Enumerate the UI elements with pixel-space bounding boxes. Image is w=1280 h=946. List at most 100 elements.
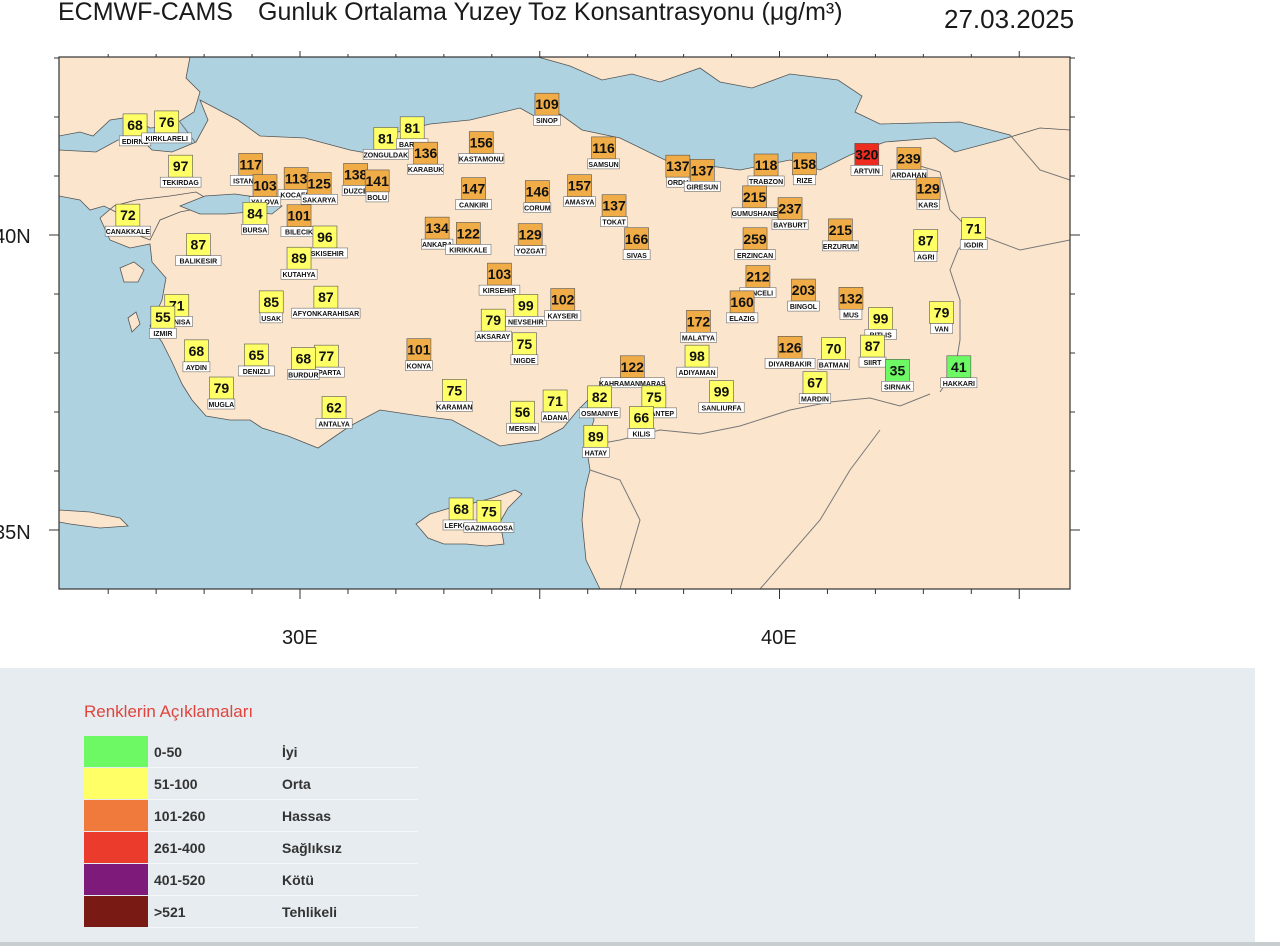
station-name: OSMANIYE <box>581 411 619 418</box>
station-value: 89 <box>291 250 307 266</box>
legend-label: İyi <box>280 736 418 768</box>
station-name: BINGOL <box>790 304 818 311</box>
station-van: 79 VAN <box>929 301 954 334</box>
legend-label: Orta <box>280 767 418 800</box>
station-name: ERZURUM <box>823 244 858 251</box>
station-value: 138 <box>344 166 368 182</box>
station-name: KARAMAN <box>436 404 472 411</box>
station-value: 259 <box>743 231 767 247</box>
station-value: 239 <box>897 151 921 167</box>
station-name: SAMSUN <box>588 162 618 169</box>
station-name: ESKISEHIR <box>306 251 344 258</box>
station-name: DIYARBAKIR <box>768 361 811 368</box>
station-name: CANAKKALE <box>106 229 151 236</box>
station-amasya: 157 AMASYA <box>563 174 596 207</box>
station-name: GUMUSHANE <box>732 211 778 218</box>
station-name: MALATYA <box>682 335 715 342</box>
legend-table: 0-50 İyi 51-100 Orta 101-260 Hassas 261-400 Sağ… <box>84 736 418 928</box>
station-value: 117 <box>239 156 262 172</box>
station-value: 71 <box>966 221 982 237</box>
station-name: HATAY <box>585 450 608 457</box>
station-usak: 85 USAK <box>258 290 284 324</box>
legend-row: >521 Tehlikeli <box>84 895 418 928</box>
legend-label: Kötü <box>280 863 418 896</box>
station-batman: 70 BATMAN <box>817 337 850 370</box>
station-samsun: 116 SAMSUN <box>587 136 620 170</box>
station-izmir: 55 IZMIR <box>149 305 177 339</box>
station-hatay: 89 HATAY <box>582 425 610 458</box>
station-name: MERSIN <box>509 426 536 433</box>
legend-label: Hassas <box>280 799 418 832</box>
station-value: 101 <box>407 342 431 358</box>
station-name: NEVSEHIR <box>508 319 544 326</box>
station-value: 125 <box>308 175 332 191</box>
station-value: 89 <box>588 428 604 444</box>
station-tokat: 137 TOKAT <box>600 194 628 227</box>
station-name: KONYA <box>407 364 432 371</box>
station-value: 99 <box>873 310 889 326</box>
station-value: 66 <box>634 410 650 426</box>
station-name: SIVAS <box>626 253 647 260</box>
station-mus: 132 MUS <box>838 287 864 320</box>
station-value: 122 <box>621 359 645 375</box>
station-bursa: 84 BURSA <box>241 202 269 235</box>
station-name: AGRI <box>917 255 935 262</box>
station-value: 103 <box>488 266 512 282</box>
station-name: TRABZON <box>749 179 783 186</box>
station-name: SIRNAK <box>884 384 911 391</box>
station-value: 77 <box>319 348 335 364</box>
station-name: BURSA <box>242 227 267 234</box>
station-value: 132 <box>839 290 863 306</box>
station-mardin: 67 MARDIN <box>798 371 832 404</box>
legend-swatch <box>84 863 148 896</box>
station-name: ZONGULDAK <box>363 152 408 159</box>
legend-panel: Renklerin Açıklamaları 0-50 İyi 51-100 Orta… <box>0 668 1255 944</box>
station-kars: 129 KARS <box>915 177 941 210</box>
station-value: 101 <box>287 208 311 224</box>
station-value: 98 <box>689 348 705 364</box>
station-value: 71 <box>547 393 563 409</box>
station-name: SINOP <box>536 118 558 125</box>
station-value: 129 <box>916 181 940 197</box>
station-value: 81 <box>378 130 394 146</box>
station-value: 41 <box>951 359 967 375</box>
station-name: KASTAMONU <box>459 157 504 164</box>
station-value: 156 <box>470 135 494 151</box>
station-corum: 146 CORUM <box>523 180 552 213</box>
station-value: 203 <box>792 282 816 298</box>
station-value: 87 <box>191 237 207 253</box>
station-bolu: 141 BOLU <box>364 169 390 203</box>
legend-row: 101-260 Hassas <box>84 799 418 832</box>
station-value: 157 <box>568 178 592 194</box>
legend-range: 261-400 <box>148 831 280 864</box>
station-name: NIGDE <box>513 358 536 365</box>
bottom-divider <box>0 942 1280 946</box>
legend-range: 101-260 <box>148 799 280 832</box>
station-name: USAK <box>261 316 281 323</box>
station-value: 35 <box>890 362 906 378</box>
station-value: 137 <box>602 198 626 214</box>
station-value: 68 <box>127 117 143 133</box>
station-value: 129 <box>518 227 542 243</box>
legend-range: 401-520 <box>148 863 280 896</box>
station-value: 70 <box>826 340 842 356</box>
station-value: 147 <box>462 181 486 197</box>
station-name: CANKIRI <box>459 203 488 210</box>
station-value: 118 <box>755 157 778 173</box>
station-value: 55 <box>155 309 171 325</box>
legend-label: Sağlıksız <box>280 831 418 864</box>
station-name: DUZCE <box>344 188 368 195</box>
legend-swatch <box>84 895 148 928</box>
legend-swatch <box>84 767 148 800</box>
station-value: 76 <box>159 114 175 130</box>
station-name: TEKIRDAG <box>162 180 199 187</box>
station-name: KIRSEHIR <box>483 288 516 295</box>
station-name: AFYONKARAHISAR <box>293 311 360 318</box>
station-bitlis: 99BITLIS <box>864 307 897 340</box>
station-value: 87 <box>865 338 881 354</box>
lon-label-40e: 40E <box>761 627 797 649</box>
station-name: KUTAHYA <box>283 272 316 279</box>
station-name: MARDIN <box>801 397 829 404</box>
station-name: BALIKESIR <box>179 259 217 266</box>
lat-label-40n: 40N <box>0 226 31 248</box>
